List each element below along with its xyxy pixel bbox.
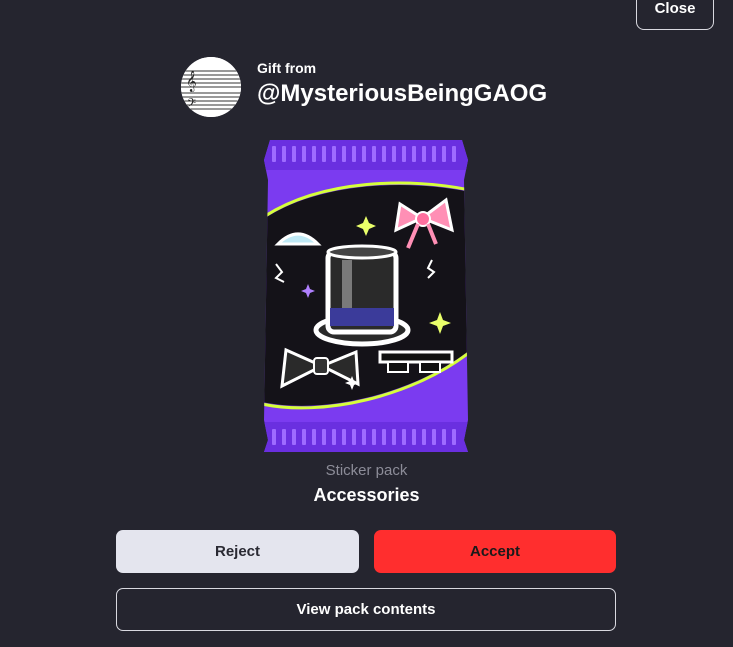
- top-hat-icon: [313, 244, 411, 347]
- sheet-music-icon: 𝄞 𝄢: [181, 57, 241, 117]
- gift-from-label: Gift from: [257, 60, 317, 76]
- gift-dialog: Close 𝄞 𝄢 Gift from @MysteriousBeingGAOG…: [0, 0, 733, 647]
- view-pack-contents-button[interactable]: View pack contents: [116, 588, 616, 631]
- pack-name: Accessories: [313, 485, 420, 505]
- svg-text:𝄢: 𝄢: [187, 97, 196, 113]
- svg-text:𝄞: 𝄞: [186, 71, 197, 92]
- sticker-pack-image: [264, 140, 468, 452]
- accept-button[interactable]: Accept: [374, 530, 616, 573]
- reject-button[interactable]: Reject: [116, 530, 359, 573]
- sender-username: @MysteriousBeingGAOG: [257, 80, 548, 107]
- avatar: 𝄞 𝄢: [181, 57, 241, 117]
- close-button[interactable]: Close: [636, 0, 714, 30]
- pack-type-label: Sticker pack: [325, 462, 408, 479]
- gift-sender: 𝄞 𝄢 Gift from @MysteriousBeingGAOG: [181, 57, 547, 117]
